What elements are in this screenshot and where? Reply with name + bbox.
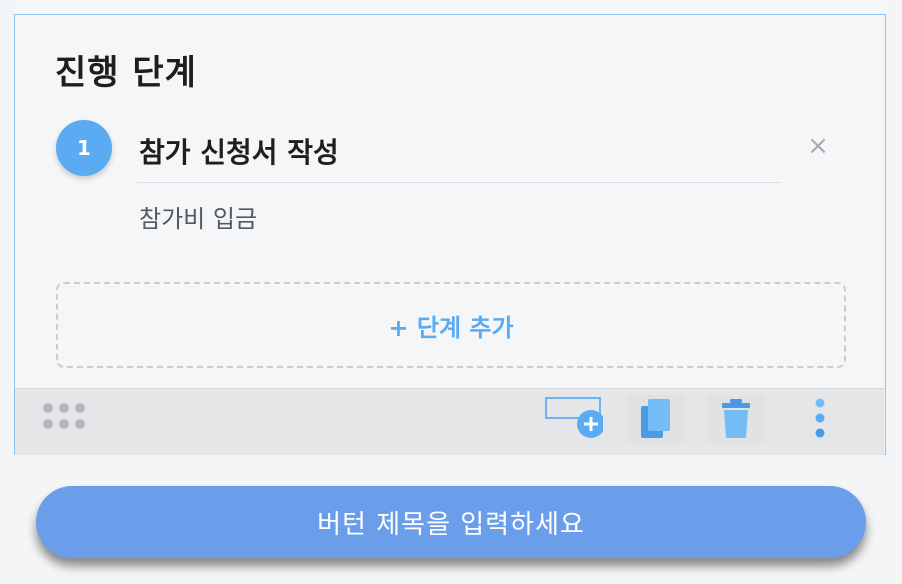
add-block-icon: [545, 397, 603, 438]
cta-label: 버턴 제목을 입력하세요: [317, 509, 585, 540]
more-vertical-icon: [815, 398, 825, 438]
step-sub-item[interactable]: 참가비 입금: [139, 199, 257, 234]
process-steps-block[interactable]: 진행 단계 1 참가 신청서 작성 × 참가비 입금 + 단계 추가: [14, 14, 886, 455]
copy-button[interactable]: [627, 395, 685, 443]
step-title-field[interactable]: 참가 신청서 작성: [137, 127, 782, 183]
add-block-button[interactable]: [545, 395, 603, 443]
drag-handle-icon[interactable]: [43, 403, 87, 431]
block-toolbar: [15, 388, 884, 455]
more-options-button[interactable]: [795, 395, 845, 443]
step-title: 참가 신청서 작성: [139, 136, 339, 169]
copy-icon: [641, 399, 670, 438]
add-step-button[interactable]: + 단계 추가: [56, 282, 846, 368]
close-icon[interactable]: ×: [805, 133, 831, 159]
section-heading: 진행 단계: [55, 53, 197, 93]
cta-button[interactable]: 버턴 제목을 입력하세요: [36, 486, 866, 558]
step-number-badge: 1: [56, 120, 112, 176]
trash-icon: [722, 399, 750, 438]
add-step-label: + 단계 추가: [388, 313, 514, 342]
delete-button[interactable]: [707, 395, 765, 443]
previous-block-edge: [14, 0, 888, 14]
